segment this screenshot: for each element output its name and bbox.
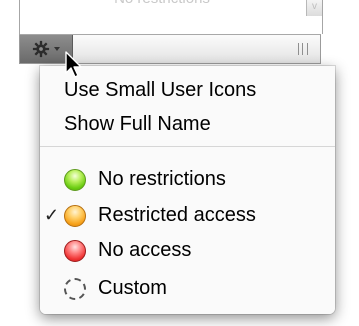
menu-item-label: Use Small User Icons <box>64 79 257 101</box>
menu-item-label: Custom <box>98 277 167 299</box>
chevron-down-icon <box>54 47 60 51</box>
gear-icon <box>32 40 50 58</box>
menu-item-use-small-user-icons[interactable]: Use Small User Icons <box>40 73 335 107</box>
user-list[interactable]: No restrictions v <box>19 0 323 34</box>
menu-item-label: No access <box>98 239 192 261</box>
checkmark-icon: ✓ <box>44 205 60 225</box>
menu-item-custom[interactable]: Custom <box>40 271 335 305</box>
gear-dropdown-menu: Use Small User Icons Show Full Name No r… <box>40 66 335 314</box>
mouse-pointer-icon <box>65 51 82 78</box>
menu-separator <box>40 146 335 147</box>
red-status-dot-icon <box>64 240 86 262</box>
menu-item-show-full-name[interactable]: Show Full Name <box>40 107 335 141</box>
menu-item-restricted-access[interactable]: ✓ Restricted access <box>40 198 335 232</box>
menu-item-label: Show Full Name <box>64 113 211 135</box>
scroll-down-arrow-icon[interactable]: v <box>306 0 322 16</box>
dashed-circle-icon <box>64 278 86 300</box>
green-status-dot-icon <box>64 169 86 191</box>
orange-status-dot-icon <box>64 205 86 227</box>
menu-item-label: No restrictions <box>98 168 226 190</box>
resize-grip-icon[interactable] <box>298 43 308 55</box>
menu-item-no-restrictions[interactable]: No restrictions <box>40 162 335 196</box>
list-item[interactable]: No restrictions <box>20 0 304 10</box>
window-fragment: No restrictions v <box>0 0 359 326</box>
menu-item-no-access[interactable]: No access <box>40 233 335 267</box>
menu-item-label: Restricted access <box>98 204 256 226</box>
